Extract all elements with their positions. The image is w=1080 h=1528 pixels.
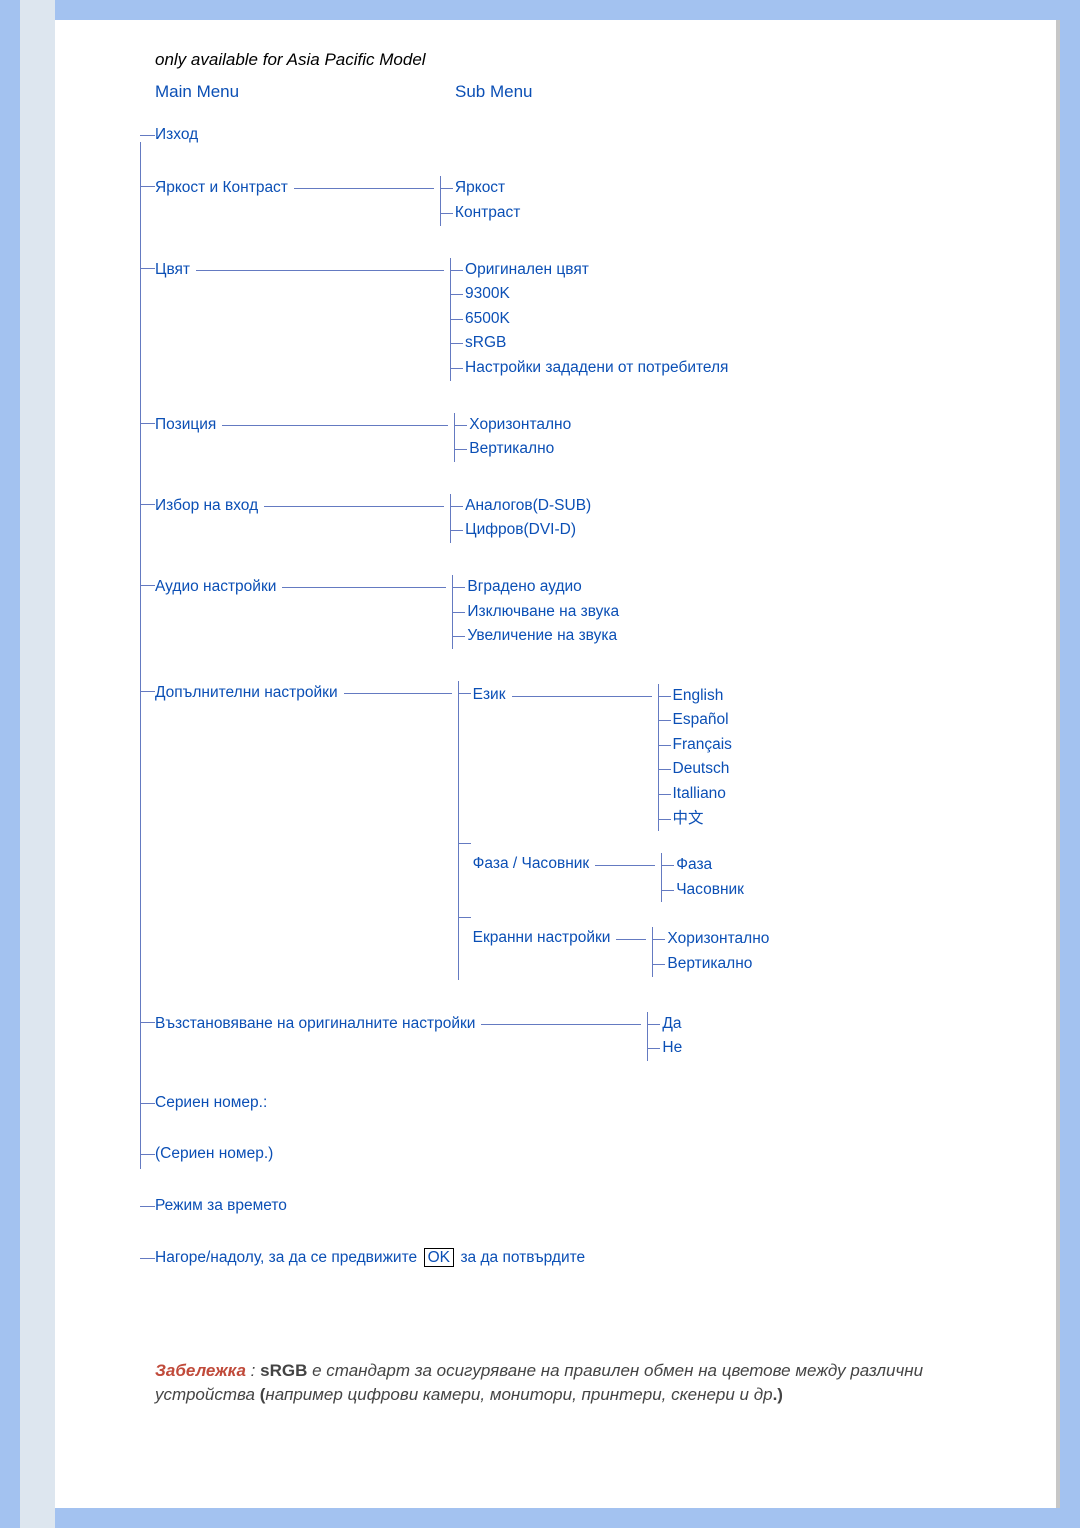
- exit-label: Изход: [155, 126, 198, 145]
- position-label: Позиция: [155, 416, 216, 435]
- more-label: Допълнителни настройки: [155, 684, 338, 703]
- sub-item-language: Език English Español Français Deutsch It…: [459, 681, 770, 832]
- ok-button-icon: OK: [424, 1248, 454, 1267]
- menu-item-time-mode: Режим за времето: [155, 1196, 1020, 1216]
- sub-item: Яркост: [441, 176, 520, 201]
- footnote-srgb: sRGB: [260, 1361, 307, 1380]
- more-sub-list: Език English Español Français Deutsch It…: [458, 681, 770, 980]
- availability-note: only available for Asia Pacific Model: [155, 50, 1020, 70]
- sub-item-phase: Фаза / Часовник Фаза Часовник: [459, 831, 770, 905]
- sub-item: Вертикално: [455, 437, 571, 462]
- sub-item: English: [659, 684, 732, 709]
- sub-item: Аналогов(D-SUB): [451, 494, 591, 519]
- menu-item-navigation-hint: Нагоре/надолу, за да се предвижите OK за…: [155, 1248, 1020, 1268]
- gutter-strip: [20, 0, 55, 1528]
- reset-sub-list: Да Не: [647, 1012, 682, 1061]
- sub-item: Да: [648, 1012, 682, 1037]
- column-headers: Main Menu Sub Menu: [155, 82, 1020, 102]
- sub-item-screen: Екранни настройки Хоризонтално Вертикалн…: [459, 905, 770, 979]
- screen-settings-label: Екранни настройки: [473, 927, 611, 948]
- language-sub-list: English Español Français Deutsch Itallia…: [658, 684, 732, 832]
- phase-label: Фаза / Часовник: [473, 853, 590, 874]
- reset-label: Възстановяване на оригиналните настройки: [155, 1015, 475, 1034]
- input-sub-list: Аналогов(D-SUB) Цифров(DVI-D): [450, 494, 591, 543]
- footnote: Забележка : sRGB е стандарт за осигурява…: [155, 1359, 1000, 1408]
- position-sub-list: Хоризонтално Вертикално: [454, 413, 571, 462]
- header-sub-menu: Sub Menu: [455, 82, 533, 102]
- serial-number-paren: (Сериен номер.): [155, 1145, 273, 1164]
- menu-item-brightness: Яркост и Контраст Яркост Контраст: [155, 176, 1020, 225]
- phase-sub-list: Фаза Часовник: [661, 853, 744, 902]
- menu-item-serial-paren: (Сериен номер.): [155, 1144, 1020, 1164]
- footnote-label: Забележка: [155, 1361, 246, 1380]
- menu-item-position: Позиция Хоризонтално Вертикално: [155, 413, 1020, 462]
- color-label: Цвят: [155, 261, 190, 280]
- sub-item: Увеличение на звука: [453, 624, 619, 649]
- tree-trunk-line: [140, 142, 141, 1169]
- sub-item: Изключване на звука: [453, 600, 619, 625]
- time-mode-label: Режим за времето: [155, 1197, 287, 1216]
- menu-item-more: Допълнителни настройки Език: [155, 681, 1020, 980]
- serial-number-label: Сериен номер.:: [155, 1094, 267, 1113]
- sub-item: Вертикално: [653, 952, 769, 977]
- sub-item: Оригинален цвят: [451, 258, 728, 283]
- screen-sub-list: Хоризонтално Вертикално: [652, 927, 769, 976]
- document-page: only available for Asia Pacific Model Ma…: [55, 20, 1060, 1508]
- menu-item-reset: Възстановяване на оригиналните настройки…: [155, 1012, 1020, 1061]
- sub-item: 6500K: [451, 307, 728, 332]
- sub-item: Вградено аудио: [453, 575, 619, 600]
- sub-item: Фаза: [662, 853, 744, 878]
- sub-item: Настройки зададени от потребителя: [451, 356, 728, 381]
- osd-tree: only available for Asia Pacific Model Ma…: [155, 50, 1020, 1267]
- menu-item-input: Избор на вход Аналогов(D-SUB) Цифров(DVI…: [155, 494, 1020, 543]
- brightness-label: Яркост и Контраст: [155, 179, 288, 198]
- sub-item: Italliano: [659, 782, 732, 807]
- sub-item: Хоризонтално: [653, 927, 769, 952]
- menu-item-audio: Аудио настройки Вградено аудио Изключван…: [155, 575, 1020, 649]
- sub-item: Хоризонтално: [455, 413, 571, 438]
- audio-label: Аудио настройки: [155, 578, 276, 597]
- input-label: Избор на вход: [155, 497, 258, 516]
- sub-item: Цифров(DVI-D): [451, 518, 591, 543]
- sub-item: Deutsch: [659, 757, 732, 782]
- sub-item: Не: [648, 1036, 682, 1061]
- color-sub-list: Оригинален цвят 9300K 6500K sRGB Настрой…: [450, 258, 728, 381]
- main-menu-items: Изход Яркост и Контраст Яркост Контраст: [155, 125, 1020, 1267]
- nav-hint-before: Нагоре/надолу, за да се предвижите: [155, 1249, 417, 1268]
- menu-item-color: Цвят Оригинален цвят 9300K 6500K sRGB На…: [155, 258, 1020, 381]
- sub-item: Контраст: [441, 201, 520, 226]
- sub-item: Español: [659, 708, 732, 733]
- page-edge-shadow: [1056, 20, 1060, 1508]
- language-label: Език: [473, 684, 506, 705]
- footnote-text-paren: например цифрови камери, монитори, принт…: [265, 1385, 772, 1404]
- menu-item-serial-label: Сериен номер.:: [155, 1093, 1020, 1113]
- brightness-sub-list: Яркост Контраст: [440, 176, 520, 225]
- audio-sub-list: Вградено аудио Изключване на звука Увели…: [452, 575, 619, 649]
- sub-item: Français: [659, 733, 732, 758]
- menu-item-exit: Изход: [155, 125, 1020, 145]
- sub-item: 中文: [659, 807, 732, 832]
- sub-item: sRGB: [451, 331, 728, 356]
- sub-item: 9300K: [451, 282, 728, 307]
- nav-hint-after: за да потвърдите: [460, 1249, 585, 1268]
- header-main-menu: Main Menu: [155, 82, 455, 102]
- sub-item: Часовник: [662, 878, 744, 903]
